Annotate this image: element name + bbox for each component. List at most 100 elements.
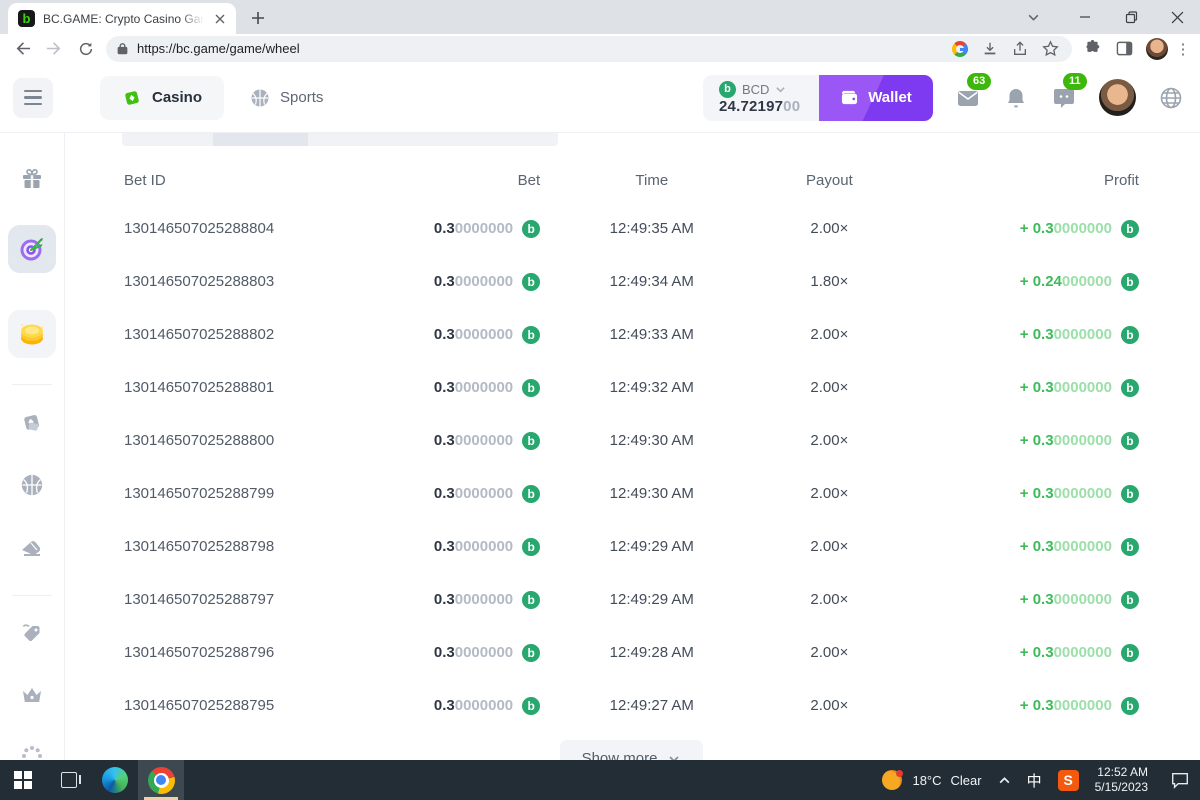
user-avatar[interactable] — [1099, 79, 1136, 116]
plus-icon — [251, 11, 265, 25]
notification-center-icon[interactable] — [1170, 770, 1190, 790]
header-right: b BCD 24.7219700 Wallet 63 — [703, 75, 1184, 121]
address-bar[interactable]: https://bc.game/game/wheel — [106, 36, 1072, 62]
bet-id[interactable]: 130146507025288803 — [124, 273, 388, 290]
profit-dim: 0000000 — [1054, 644, 1112, 661]
profit-bold: + 0.3 — [1020, 591, 1054, 608]
balance-amount: 24.72197 — [719, 98, 783, 115]
casino-label: Casino — [152, 89, 202, 106]
sidebar-item-rewards[interactable] — [8, 310, 56, 358]
sidebar-item-vip[interactable] — [8, 672, 56, 720]
restore-button[interactable] — [1108, 0, 1154, 34]
sidebar-item-promotions[interactable] — [8, 610, 56, 658]
google-icon[interactable] — [948, 37, 972, 61]
task-view-icon — [61, 772, 77, 788]
show-more-button[interactable]: Show more — [560, 740, 704, 760]
bet-id[interactable]: 130146507025288799 — [124, 485, 388, 502]
bcd-coin-icon: b — [522, 379, 540, 397]
bcd-coin-icon: b — [522, 644, 540, 662]
sidebar-item-racing[interactable] — [8, 523, 56, 571]
bet-amount: 0.30000000 b — [388, 697, 540, 715]
tab-close-icon[interactable] — [212, 11, 228, 27]
start-button[interactable] — [0, 760, 46, 800]
sports-label: Sports — [280, 89, 323, 106]
table-row: 130146507025288797 0.30000000 b 12:49:29… — [124, 573, 1139, 626]
new-tab-button[interactable] — [244, 4, 272, 32]
sidebar-item-wheel-active[interactable] — [8, 225, 56, 273]
chevron-down-icon — [775, 84, 786, 95]
bcd-coin-icon: b — [719, 81, 736, 98]
bet-id[interactable]: 130146507025288800 — [124, 432, 388, 449]
profit-dim: 0000000 — [1054, 697, 1112, 714]
tab-casino[interactable]: Casino — [100, 76, 224, 120]
bet-time: 12:49:35 AM — [540, 220, 763, 237]
task-view-button[interactable] — [46, 760, 92, 800]
close-window-button[interactable] — [1154, 0, 1200, 34]
bcd-coin-icon: b — [1121, 379, 1139, 397]
wallet-button[interactable]: Wallet — [819, 75, 933, 121]
profit-dim: 0000000 — [1054, 379, 1112, 396]
bcd-coin-icon: b — [522, 273, 540, 291]
side-panel-icon[interactable] — [1111, 36, 1137, 62]
window-controls — [1018, 0, 1200, 34]
notifications-button[interactable] — [1003, 85, 1029, 111]
bet-id[interactable]: 130146507025288796 — [124, 644, 388, 661]
edge-taskbar-button[interactable] — [92, 760, 138, 800]
bet-id[interactable]: 130146507025288802 — [124, 326, 388, 343]
bet-payout: 2.00× — [763, 379, 895, 396]
forward-button[interactable] — [41, 36, 67, 62]
bet-id[interactable]: 130146507025288798 — [124, 538, 388, 555]
taskbar-clock[interactable]: 12:52 AM 5/15/2023 — [1095, 765, 1148, 795]
table-row: 130146507025288803 0.30000000 b 12:49:34… — [124, 255, 1139, 308]
messages-button[interactable]: 63 — [955, 85, 981, 111]
reload-button[interactable] — [73, 36, 99, 62]
col-bet-id: Bet ID — [124, 172, 388, 189]
bet-payout: 2.00× — [763, 432, 895, 449]
bet-id[interactable]: 130146507025288797 — [124, 591, 388, 608]
extensions-icon[interactable] — [1079, 36, 1105, 62]
bcd-coin-icon: b — [522, 220, 540, 238]
weather-widget[interactable]: 18°C Clear — [881, 769, 981, 791]
bet-time: 12:49:33 AM — [540, 326, 763, 343]
browser-profile-avatar[interactable] — [1146, 38, 1168, 60]
chevron-down-icon — [667, 752, 681, 761]
share-icon[interactable] — [1008, 37, 1032, 61]
url-text[interactable]: https://bc.game/game/wheel — [137, 41, 942, 56]
bet-payout: 2.00× — [763, 485, 895, 502]
bet-profit: + 0.30000000 b — [895, 538, 1139, 556]
bet-id[interactable]: 130146507025288801 — [124, 379, 388, 396]
profit-dim: 0000000 — [1054, 432, 1112, 449]
sogou-icon[interactable]: S — [1058, 770, 1079, 791]
chat-button[interactable]: 11 — [1051, 85, 1077, 111]
bcd-coin-icon: b — [522, 485, 540, 503]
bookmark-star-icon[interactable] — [1038, 37, 1062, 61]
language-button[interactable] — [1158, 85, 1184, 111]
bcgame-favicon-icon: b — [18, 10, 35, 27]
bet-id[interactable]: 130146507025288804 — [124, 220, 388, 237]
bet-id[interactable]: 130146507025288795 — [124, 697, 388, 714]
back-button[interactable] — [9, 36, 35, 62]
sidebar-item-casino[interactable] — [8, 399, 56, 447]
browser-menu-icon[interactable]: ⋮ — [1172, 38, 1194, 60]
browser-tab[interactable]: b BC.GAME: Crypto Casino Games — [8, 3, 236, 34]
minimize-button[interactable] — [1062, 0, 1108, 34]
ime-indicator[interactable]: 中 — [1027, 770, 1042, 791]
tray-chevron-up-icon[interactable] — [998, 774, 1011, 787]
sidebar-toggle-button[interactable] — [13, 78, 53, 118]
balance-amount-dim: 00 — [783, 98, 800, 115]
balance-selector[interactable]: b BCD 24.7219700 — [703, 75, 819, 121]
sidebar-item-bonus[interactable] — [8, 155, 56, 203]
basketball-icon — [20, 473, 44, 497]
chrome-taskbar-button[interactable] — [138, 760, 184, 800]
table-header: Bet ID Bet Time Payout Profit — [124, 158, 1139, 202]
bet-time: 12:49:29 AM — [540, 538, 763, 555]
bet-amount-bold: 0.3 — [434, 485, 455, 502]
download-icon[interactable] — [978, 37, 1002, 61]
sidebar-item-sports[interactable] — [8, 461, 56, 509]
tab-sports[interactable]: Sports — [234, 76, 339, 120]
profit-bold: + 0.3 — [1020, 220, 1054, 237]
gold-coins-icon — [17, 319, 47, 349]
tab-search-chevron-icon[interactable] — [1018, 0, 1048, 34]
bcd-coin-icon: b — [522, 432, 540, 450]
bcd-coin-icon: b — [1121, 591, 1139, 609]
